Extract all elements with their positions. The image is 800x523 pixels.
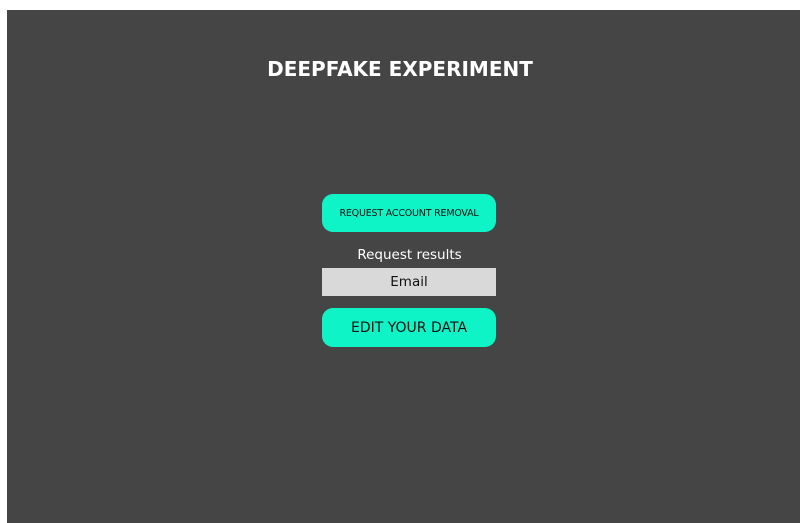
request-account-removal-button[interactable]: REQUEST ACCOUNT REMOVAL	[322, 194, 496, 232]
page-title: DEEPFAKE EXPERIMENT	[267, 57, 533, 81]
app-panel	[7, 10, 800, 523]
email-field[interactable]	[322, 268, 496, 296]
request-results-label: Request results	[357, 247, 462, 263]
edit-your-data-button[interactable]: EDIT YOUR DATA	[322, 308, 496, 347]
